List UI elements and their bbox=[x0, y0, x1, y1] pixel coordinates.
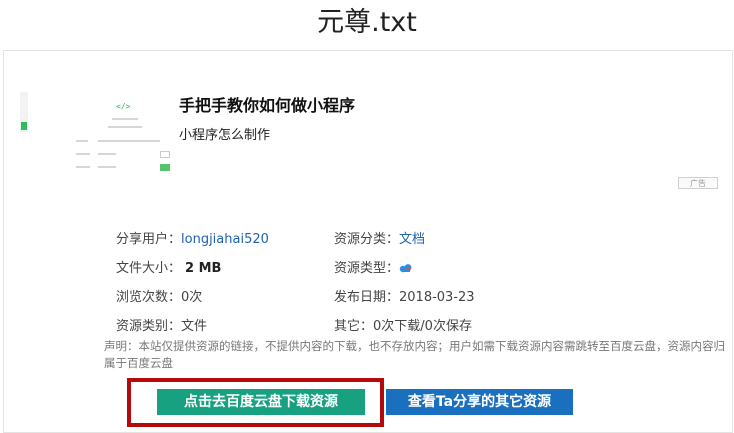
views-label: 浏览次数： bbox=[116, 290, 182, 305]
ad-badge-label: 广告 bbox=[690, 179, 706, 188]
resource-type-row: 资源类型： bbox=[334, 257, 413, 276]
page-title: 元尊.txt bbox=[317, 7, 417, 38]
publish-date-label: 发布日期： bbox=[334, 290, 400, 305]
other-value: 0次下载/0次保存 bbox=[373, 319, 472, 334]
share-user-link[interactable]: longjiahai520 bbox=[181, 232, 269, 247]
file-size-label: 文件大小： bbox=[116, 261, 182, 276]
ad-badge[interactable]: 广告 bbox=[678, 177, 718, 189]
resource-kind-label: 资源类别： bbox=[116, 319, 182, 334]
thumb-line bbox=[76, 140, 88, 142]
thumb-line bbox=[76, 153, 90, 155]
resource-kind-row: 资源类别：文件 bbox=[116, 315, 207, 334]
thumb-line bbox=[98, 153, 116, 155]
thumb-line bbox=[98, 166, 116, 168]
other-label: 其它： bbox=[334, 319, 374, 334]
thumb-line bbox=[98, 140, 160, 142]
thumb-active-marker bbox=[21, 122, 27, 130]
thumb-line bbox=[108, 126, 142, 128]
thumb-sidebar bbox=[20, 92, 28, 132]
thumb-toggle bbox=[160, 164, 170, 171]
share-user-row: 分享用户：longjiahai520 bbox=[116, 228, 269, 247]
file-size-row: 文件大小： 2 MB bbox=[116, 257, 221, 276]
ad-thumbnail[interactable]: </> bbox=[20, 92, 170, 176]
baidu-cloud-icon bbox=[399, 264, 412, 273]
views-row: 浏览次数：0次 bbox=[116, 286, 202, 305]
publish-date-row: 发布日期：2018-03-23 bbox=[334, 286, 475, 305]
other-shares-button[interactable]: 查看Ta分享的其它资源 bbox=[386, 389, 573, 415]
category-label: 资源分类： bbox=[334, 232, 400, 247]
resource-type-label: 资源类型： bbox=[334, 261, 400, 276]
views-value: 0次 bbox=[181, 290, 203, 305]
thumb-checkbox bbox=[160, 151, 170, 158]
ad-title[interactable]: 手把手教你如何做小程序 bbox=[179, 92, 355, 116]
download-button[interactable]: 点击去百度云盘下载资源 bbox=[157, 389, 365, 415]
share-user-label: 分享用户： bbox=[116, 232, 182, 247]
category-link[interactable]: 文档 bbox=[399, 232, 425, 247]
resource-kind-value: 文件 bbox=[181, 319, 208, 334]
thumb-line bbox=[112, 118, 138, 120]
file-size-value: 2 MB bbox=[185, 261, 222, 276]
publish-date-value: 2018-03-23 bbox=[399, 290, 475, 305]
thumb-line bbox=[76, 166, 90, 168]
ad-description[interactable]: 小程序怎么制作 bbox=[179, 124, 270, 143]
other-row: 其它：0次下载/0次保存 bbox=[334, 315, 472, 334]
category-row: 资源分类：文档 bbox=[334, 228, 425, 247]
disclaimer-notice: 声明：本站仅提供资源的链接，不提供内容的下载，也不存放内容；用户如需下载资源内容… bbox=[104, 339, 725, 370]
code-icon: </> bbox=[116, 102, 131, 111]
